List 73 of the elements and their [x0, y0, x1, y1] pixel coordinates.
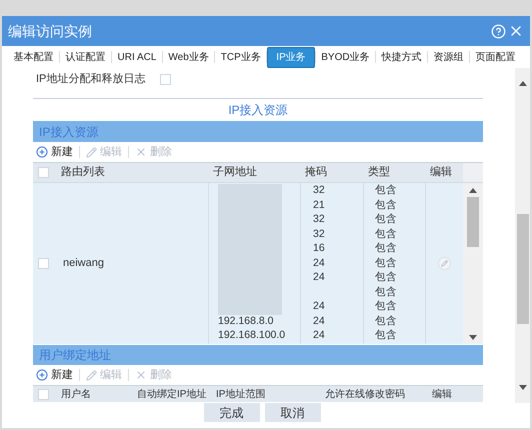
checkbox[interactable] [160, 74, 172, 84]
panel-header: 用户绑定地址 [33, 345, 483, 365]
tab[interactable]: TCP业务 [215, 46, 266, 68]
scrollbar[interactable] [515, 68, 530, 403]
add-icon [36, 146, 48, 158]
mask-value: 24 [313, 299, 325, 314]
type-value: 包含 [375, 183, 397, 198]
tab[interactable]: URI ACL [112, 46, 162, 68]
subnet-address: 192.168.100.0 [218, 328, 286, 344]
column-header: 编辑 [430, 165, 452, 180]
toolbar-button[interactable]: 新建 [36, 366, 73, 384]
tab[interactable]: 页面配置 [470, 46, 522, 68]
tab[interactable]: 快捷方式 [376, 46, 428, 68]
mask-value: 24 [313, 256, 325, 271]
column-header: 自动绑定IP地址 [137, 388, 206, 402]
type-value: 包含 [375, 241, 397, 256]
column-header: 子网地址 [213, 165, 257, 180]
pencil-icon [441, 260, 448, 267]
window-title: 编辑访问实例 [8, 22, 93, 40]
pencil-icon [86, 146, 97, 158]
scroll-up-arrow[interactable] [469, 188, 477, 192]
add-icon [36, 369, 48, 381]
delete-icon [135, 146, 147, 158]
scroll-down-arrow[interactable] [518, 385, 526, 390]
tab[interactable]: 认证配置 [60, 46, 111, 68]
scrollbar[interactable] [463, 183, 483, 344]
column-header: 用户名 [61, 388, 91, 402]
footer-button[interactable]: 取消 [264, 403, 320, 422]
column-header: 类型 [368, 165, 390, 180]
tab[interactable]: 基本配置 [8, 46, 59, 68]
type-value: 包含 [375, 314, 397, 329]
type-value: 包含 [375, 270, 397, 286]
section-title: IP接入资源 [228, 102, 288, 119]
route-name: neiwang [63, 256, 104, 272]
delete-icon [135, 369, 147, 381]
scrollbar-thumb[interactable] [516, 214, 528, 324]
checkbox[interactable] [38, 258, 49, 269]
edit-button[interactable] [438, 257, 451, 270]
footer-button[interactable]: 完成 [204, 403, 260, 422]
mask-value: 32 [313, 183, 325, 198]
mask-value: 24 [313, 314, 325, 329]
mask-value: 24 [313, 270, 325, 286]
type-value: 包含 [375, 226, 397, 242]
subnet-address: 192.168.8.0 [218, 314, 274, 329]
type-value: 包含 [375, 328, 397, 344]
mask-value: 32 [313, 212, 325, 228]
column-header: 编辑 [432, 388, 452, 402]
type-value: 包含 [375, 212, 397, 228]
type-value: 包含 [375, 284, 397, 300]
checkbox[interactable] [38, 388, 49, 400]
mask-value: 21 [313, 198, 325, 213]
checkbox[interactable] [38, 167, 49, 178]
type-value: 包含 [375, 299, 397, 314]
ip-log-label: IP地址分配和释放日志 [36, 72, 146, 87]
scroll-up-arrow[interactable] [518, 81, 526, 86]
column-header: IP地址范围 [216, 388, 266, 402]
mask-value: 16 [313, 241, 325, 256]
column-header: 允许在线修改密码 [325, 388, 405, 402]
help-icon[interactable] [491, 24, 506, 38]
tab[interactable]: Web业务 [162, 46, 214, 68]
scrollbar-thumb[interactable] [467, 197, 479, 247]
type-value: 包含 [375, 198, 397, 213]
tab[interactable]: 资源组 [428, 46, 470, 68]
tab[interactable]: BYOD业务 [316, 46, 376, 68]
mask-value: 24 [313, 328, 325, 344]
mask-value: 32 [313, 226, 325, 242]
column-header: 掩码 [305, 165, 327, 180]
pencil-icon [86, 370, 97, 380]
type-value: 包含 [375, 256, 397, 271]
toolbar-button[interactable]: 新建 [36, 144, 73, 160]
scroll-down-arrow[interactable] [469, 334, 477, 340]
panel-header: IP接入资源 [33, 121, 483, 142]
column-header: 路由列表 [61, 165, 105, 180]
